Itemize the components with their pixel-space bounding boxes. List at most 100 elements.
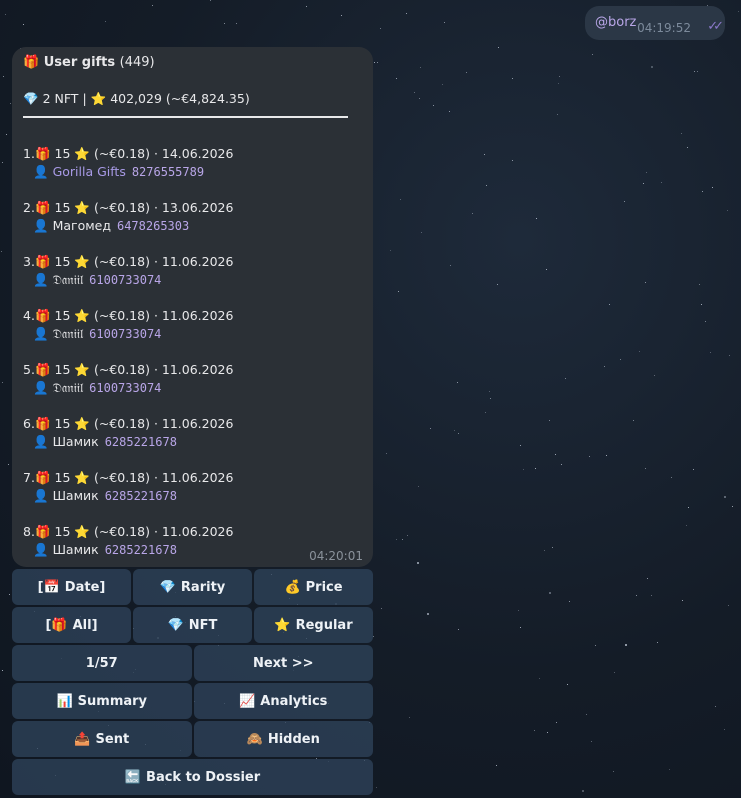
star-dot — [546, 269, 547, 270]
hidden-button[interactable]: 🙈 Hidden — [193, 721, 373, 757]
star-dot — [536, 218, 537, 219]
summary-icon: 📊 — [56, 693, 73, 709]
keyboard-row: 1/57 Next >> — [12, 645, 373, 681]
user-icon: 👤 — [33, 326, 49, 341]
sender-id[interactable]: 6285221678 — [105, 435, 177, 449]
star-dot — [646, 172, 647, 173]
message-header: 🎁 User gifts (449) — [23, 55, 155, 70]
gift-number: 4. — [23, 308, 35, 323]
filter-nft-icon: 💎 — [167, 617, 184, 633]
analytics-button[interactable]: 📈 Analytics — [193, 683, 373, 719]
back-to-dossier-button[interactable]: 🔙 Back to Dossier — [12, 759, 373, 795]
sender-name: 𝔇𝔞𝔫𝔦𝔦𝔩 — [52, 326, 84, 341]
sender-id[interactable]: 6100733074 — [89, 381, 161, 395]
sender-id[interactable]: 8276555789 — [132, 165, 204, 179]
read-checkmarks-icon: ✓✓ — [707, 19, 724, 34]
star-icon: ⭐ — [74, 524, 90, 539]
star-dot — [2, 382, 3, 383]
star-dot — [458, 433, 459, 434]
hidden-icon: 🙈 — [246, 731, 263, 747]
message-time: 04:20:01 — [309, 549, 363, 563]
star-dot — [645, 282, 646, 283]
gift-icon: 🎁 — [34, 524, 51, 539]
sender-id[interactable]: 6100733074 — [89, 273, 161, 287]
star-dot — [738, 11, 739, 12]
star-dot — [651, 595, 652, 596]
star-dot — [10, 103, 11, 104]
sender-line: 👤 Магомед 6478265303 — [23, 217, 363, 235]
sender-id[interactable]: 6478265303 — [117, 219, 189, 233]
price-sort-button[interactable]: 💰 Price — [254, 569, 373, 605]
gift-number: 2. — [23, 200, 35, 215]
sent-button[interactable]: 📤 Sent — [12, 721, 192, 757]
nft-count: 2 NFT — [42, 91, 79, 106]
filter-all-button[interactable]: [🎁 All] — [12, 607, 131, 643]
star-dot — [620, 359, 621, 360]
gem-icon: 💎 — [23, 91, 39, 106]
button-label: All] — [72, 617, 98, 633]
star-dot — [586, 714, 587, 715]
sender-id[interactable]: 6285221678 — [105, 543, 177, 557]
star-dot — [224, 23, 225, 24]
gift-stars: 15 — [54, 146, 71, 161]
keyboard-row: 📊 Summary 📈 Analytics — [12, 683, 373, 719]
separator: | — [82, 91, 87, 106]
date-sort-button[interactable]: [📅 Date] — [12, 569, 131, 605]
star-dot — [591, 741, 592, 742]
button-label: Hidden — [267, 731, 320, 747]
outgoing-message[interactable]: @borz 04:19:52 ✓✓ — [585, 6, 725, 40]
analytics-icon: 📈 — [239, 693, 256, 709]
keyboard-row: [🎁 All] 💎 NFT ⭐ Regular — [12, 607, 373, 643]
filter-regular-icon: ⭐ — [274, 617, 291, 633]
star-dot — [558, 83, 559, 84]
star-dot — [613, 771, 614, 772]
filter-nft-button[interactable]: 💎 NFT — [133, 607, 252, 643]
button-label: Analytics — [260, 693, 328, 709]
star-dot — [694, 71, 695, 72]
star-dot — [643, 183, 644, 184]
gift-stars: 15 — [54, 470, 71, 485]
star-dot — [442, 84, 443, 85]
star-icon: ⭐ — [74, 254, 90, 269]
sender-id[interactable]: 6100733074 — [89, 327, 161, 341]
star-dot — [712, 187, 713, 188]
back-to-dossier-icon: 🔙 — [124, 769, 142, 785]
gift-icon: 🎁 — [34, 200, 51, 215]
star-dot — [496, 765, 497, 766]
gift-icon: 🎁 — [34, 254, 51, 269]
gift-icon: 🎁 — [34, 470, 51, 485]
page-indicator-button[interactable]: 1/57 — [12, 645, 192, 681]
star-dot — [454, 430, 455, 431]
star-dot — [398, 291, 399, 292]
star-dot — [569, 601, 570, 602]
star-dot — [654, 375, 655, 376]
gift-price-date: (~€0.18) · 11.06.2026 — [93, 308, 234, 323]
star-dot — [341, 15, 342, 16]
gift-price-date: (~€0.18) · 11.06.2026 — [93, 362, 234, 377]
rarity-sort-button[interactable]: 💎 Rarity — [133, 569, 252, 605]
sender-id[interactable]: 6285221678 — [105, 489, 177, 503]
star-dot — [374, 62, 375, 63]
star-dot — [490, 398, 491, 399]
header-title: User gifts — [43, 55, 116, 70]
sender-name[interactable]: Gorilla Gifts — [53, 164, 126, 179]
star-dot — [376, 787, 377, 788]
gift-icon: 🎁 — [34, 146, 51, 161]
user-icon: 👤 — [33, 218, 49, 233]
star-dot — [686, 525, 687, 526]
star-dot — [1, 251, 2, 252]
sender-name: Шамик — [52, 434, 99, 449]
filter-regular-button[interactable]: ⭐ Regular — [254, 607, 373, 643]
next-page-button[interactable]: Next >> — [193, 645, 373, 681]
summary-button[interactable]: 📊 Summary — [12, 683, 192, 719]
star-dot — [486, 185, 487, 186]
gift-number: 7. — [23, 470, 35, 485]
sender-line: 👤 𝔇𝔞𝔫𝔦𝔦𝔩 6100733074 — [23, 271, 363, 289]
star-dot — [732, 506, 733, 507]
star-dot — [9, 594, 10, 595]
star-dot — [236, 23, 237, 24]
button-label: Date] — [64, 579, 106, 595]
star-dot — [669, 769, 670, 770]
button-label: Regular — [295, 617, 353, 633]
star-dot — [559, 76, 560, 77]
